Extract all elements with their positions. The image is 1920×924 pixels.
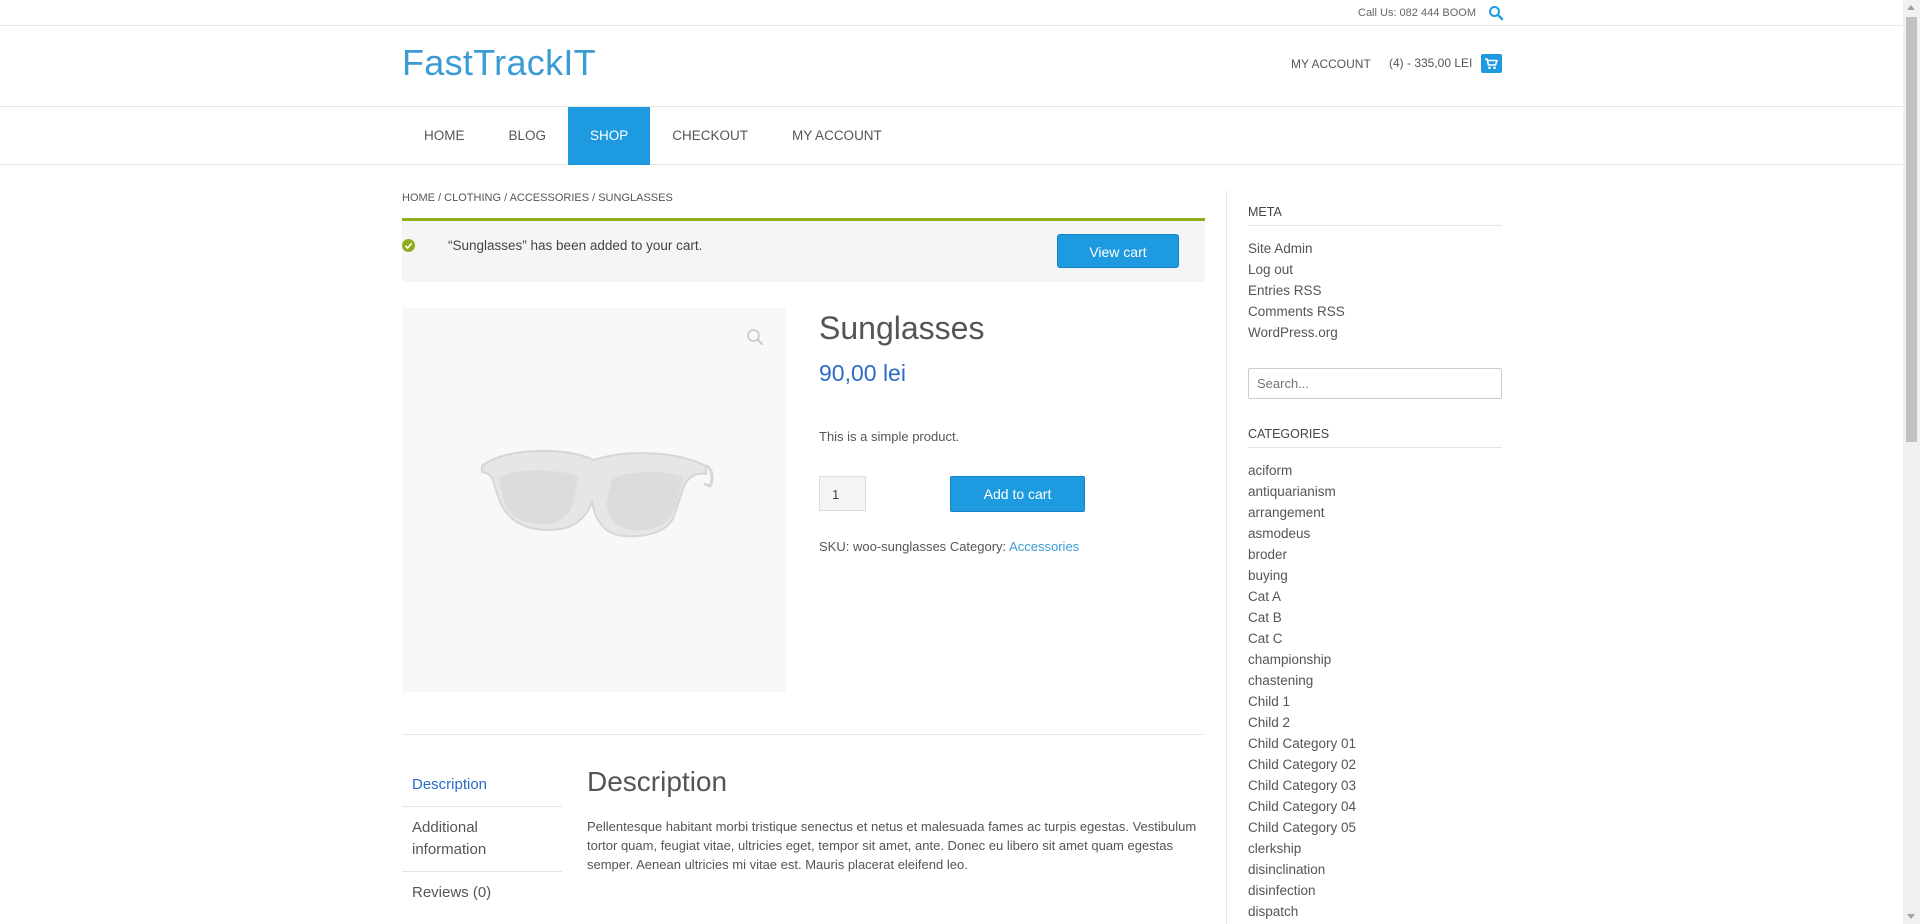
sidebar-divider bbox=[1226, 190, 1227, 924]
category-item[interactable]: Child 2 bbox=[1248, 712, 1502, 733]
category-item[interactable]: Child Category 04 bbox=[1248, 796, 1502, 817]
breadcrumb-home[interactable]: HOME bbox=[402, 192, 435, 204]
category-item[interactable]: antiquarianism bbox=[1248, 481, 1502, 502]
product-title: Sunglasses bbox=[819, 310, 985, 346]
sku-label: SKU: bbox=[819, 539, 850, 554]
view-cart-button[interactable]: View cart bbox=[1057, 234, 1179, 268]
category-item[interactable]: disinfection bbox=[1248, 880, 1502, 901]
category-item[interactable]: buying bbox=[1248, 565, 1502, 586]
nav-item-shop[interactable]: SHOP bbox=[568, 107, 651, 165]
category-item[interactable]: chastening bbox=[1248, 670, 1502, 691]
scroll-up-arrow-icon[interactable] bbox=[1907, 5, 1915, 10]
main-navigation: HOME BLOG SHOP CHECKOUT MY ACCOUNT bbox=[0, 106, 1903, 165]
header-my-account-link[interactable]: MY ACCOUNT bbox=[1291, 57, 1371, 71]
notice-message: “Sunglasses” has been added to your cart… bbox=[448, 238, 703, 253]
breadcrumb-separator: / bbox=[589, 192, 599, 204]
category-item[interactable]: Child Category 05 bbox=[1248, 817, 1502, 838]
product-gallery[interactable] bbox=[402, 308, 786, 692]
tab-additional-information[interactable]: Additional information bbox=[402, 807, 562, 872]
category-item[interactable]: Child Category 01 bbox=[1248, 733, 1502, 754]
categories-widget-title: CATEGORIES bbox=[1248, 427, 1502, 448]
category-item[interactable]: Cat A bbox=[1248, 586, 1502, 607]
sidebar: META Site Admin Log out Entries RSS Comm… bbox=[1248, 205, 1502, 922]
category-item[interactable]: asmodeus bbox=[1248, 523, 1502, 544]
meta-item-comments-rss[interactable]: Comments RSS bbox=[1248, 301, 1502, 322]
scroll-down-arrow-icon[interactable] bbox=[1907, 914, 1915, 919]
breadcrumb-accessories[interactable]: ACCESSORIES bbox=[510, 192, 589, 204]
sunglasses-image bbox=[481, 449, 714, 538]
tab-description[interactable]: Description bbox=[402, 764, 562, 807]
nav-item-blog[interactable]: BLOG bbox=[487, 107, 569, 165]
breadcrumb-separator: / bbox=[435, 192, 445, 204]
nav-item-home[interactable]: HOME bbox=[402, 107, 487, 165]
site-header: FastTrackIT MY ACCOUNT (4) - 335,00 LEI bbox=[0, 26, 1903, 106]
meta-item-wordpress-org[interactable]: WordPress.org bbox=[1248, 322, 1502, 343]
meta-item-entries-rss[interactable]: Entries RSS bbox=[1248, 280, 1502, 301]
category-label: Category: bbox=[949, 539, 1007, 554]
breadcrumb-current: SUNGLASSES bbox=[598, 192, 673, 204]
nav-item-checkout[interactable]: CHECKOUT bbox=[650, 107, 770, 165]
scrollbar-thumb[interactable] bbox=[1906, 17, 1917, 442]
site-logo[interactable]: FastTrackIT bbox=[402, 42, 596, 84]
meta-list: Site Admin Log out Entries RSS Comments … bbox=[1248, 238, 1502, 343]
quantity-input[interactable]: 1 bbox=[819, 476, 866, 511]
sku-value: woo-sunglasses bbox=[852, 539, 947, 554]
category-link[interactable]: Accessories bbox=[1009, 539, 1079, 554]
categories-list: aciform antiquarianism arrangement asmodeus… bbox=[1248, 460, 1502, 922]
meta-widget-title: META bbox=[1248, 205, 1502, 226]
product-tabs: Description Additional information Revie… bbox=[402, 764, 562, 914]
category-item[interactable]: aciform bbox=[1248, 460, 1502, 481]
product-price: 90,00 lei bbox=[819, 360, 906, 386]
category-item[interactable]: championship bbox=[1248, 649, 1502, 670]
cart-notice: “Sunglasses” has been added to your cart… bbox=[402, 218, 1205, 282]
breadcrumb-separator: / bbox=[501, 192, 510, 204]
call-us-text: Call Us: 082 444 BOOM bbox=[1358, 7, 1476, 19]
check-icon bbox=[402, 239, 415, 252]
category-item[interactable]: Child 1 bbox=[1248, 691, 1502, 712]
category-item[interactable]: Cat B bbox=[1248, 607, 1502, 628]
category-item[interactable]: Child Category 03 bbox=[1248, 775, 1502, 796]
description-heading: Description bbox=[587, 766, 728, 797]
cart-icon[interactable] bbox=[1481, 54, 1502, 73]
category-item[interactable]: broder bbox=[1248, 544, 1502, 565]
divider bbox=[402, 734, 1205, 735]
nav-item-my-account[interactable]: MY ACCOUNT bbox=[770, 107, 904, 165]
meta-item-log-out[interactable]: Log out bbox=[1248, 259, 1502, 280]
breadcrumb: HOME / CLOTHING / ACCESSORIES / SUNGLASS… bbox=[402, 192, 673, 204]
top-bar: Call Us: 082 444 BOOM bbox=[0, 0, 1903, 26]
tab-reviews[interactable]: Reviews (0) bbox=[402, 872, 562, 914]
product-short-description: This is a simple product. bbox=[819, 429, 960, 444]
page-scrollbar[interactable] bbox=[1903, 0, 1920, 924]
search-icon[interactable] bbox=[1488, 5, 1504, 21]
category-item[interactable]: Cat C bbox=[1248, 628, 1502, 649]
category-item[interactable]: clerkship bbox=[1248, 838, 1502, 859]
product-meta: SKU: woo-sunglasses Category: Accessorie… bbox=[819, 539, 1079, 554]
header-cart-summary[interactable]: (4) - 335,00 LEI bbox=[1389, 56, 1472, 70]
breadcrumb-clothing[interactable]: CLOTHING bbox=[444, 192, 501, 204]
category-item[interactable]: arrangement bbox=[1248, 502, 1502, 523]
sidebar-search-input[interactable] bbox=[1248, 368, 1502, 399]
category-item[interactable]: Child Category 02 bbox=[1248, 754, 1502, 775]
meta-item-site-admin[interactable]: Site Admin bbox=[1248, 238, 1502, 259]
zoom-icon[interactable] bbox=[746, 328, 764, 346]
description-text: Pellentesque habitant morbi tristique se… bbox=[587, 819, 1197, 872]
category-item[interactable]: dispatch bbox=[1248, 901, 1502, 922]
add-to-cart-button[interactable]: Add to cart bbox=[950, 476, 1085, 512]
category-item[interactable]: disinclination bbox=[1248, 859, 1502, 880]
